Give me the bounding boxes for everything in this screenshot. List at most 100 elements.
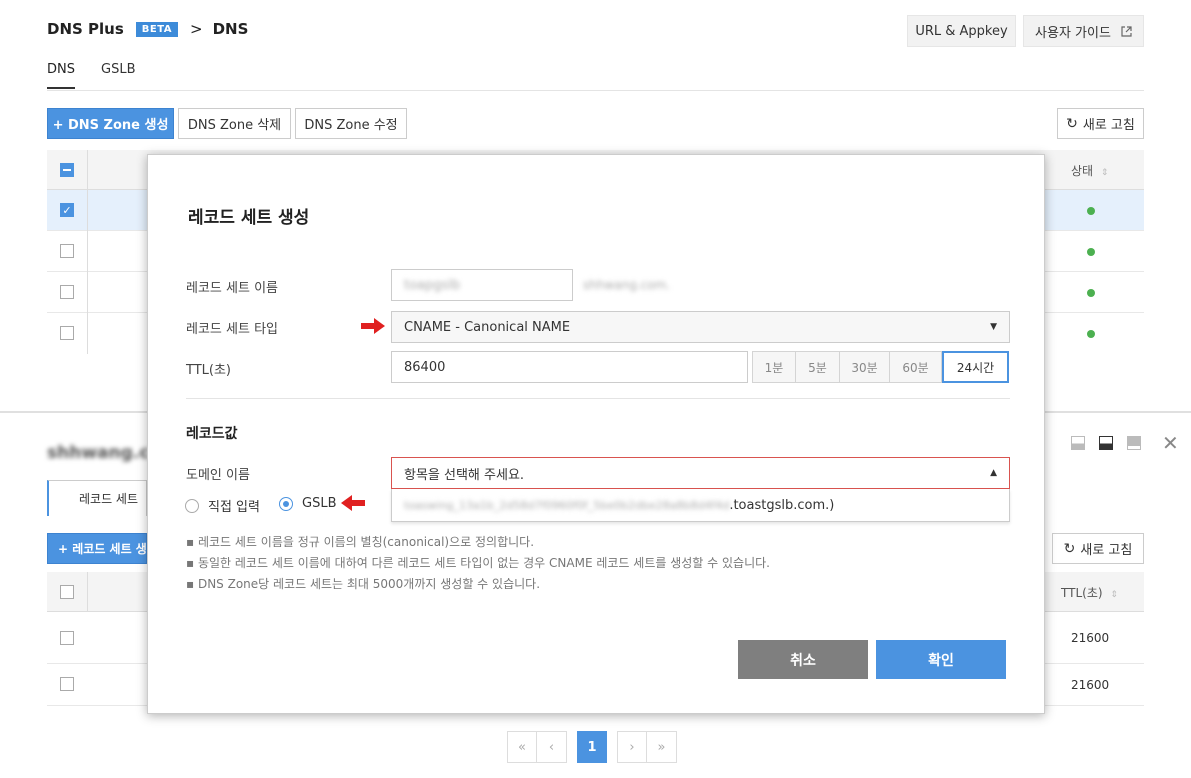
edit-zone-button[interactable]: DNS Zone 수정 bbox=[295, 108, 407, 139]
layout-bottom-icon[interactable] bbox=[1099, 436, 1113, 450]
create-zone-button[interactable]: + DNS Zone 생성 bbox=[47, 108, 174, 139]
radio-gslb[interactable]: GSLB bbox=[279, 496, 337, 511]
red-arrow-left-icon bbox=[341, 495, 365, 511]
record-name-value: toapgslb bbox=[404, 277, 461, 293]
prev-page-button[interactable]: ‹ bbox=[537, 731, 567, 763]
domain-name-select[interactable]: 항목을 선택해 주세요. ▲ bbox=[391, 457, 1010, 489]
hint-text: 동일한 레코드 세트 이름에 대하여 다른 레코드 세트 타입이 없는 경우 C… bbox=[197, 556, 770, 570]
column-divider bbox=[87, 231, 88, 272]
domain-name-placeholder: 항목을 선택해 주세요. bbox=[404, 467, 525, 483]
ttl-header-label: TTL(초) bbox=[1061, 586, 1103, 600]
breadcrumb: DNS Plus BETA > DNS bbox=[47, 20, 248, 38]
main-tabs: DNS GSLB bbox=[47, 62, 136, 89]
hint-line: ▪ 동일한 레코드 세트 이름에 대하여 다른 레코드 세트 타입이 없는 경우… bbox=[186, 556, 770, 570]
tab-dns[interactable]: DNS bbox=[47, 62, 75, 89]
row-checkbox[interactable] bbox=[60, 285, 74, 299]
record-value-heading: 레코드값 bbox=[186, 426, 238, 442]
user-guide-label: 사용자 가이드 bbox=[1035, 25, 1111, 41]
first-page-button[interactable]: « bbox=[507, 731, 537, 763]
status-dot bbox=[1087, 207, 1095, 215]
next-page-button[interactable]: › bbox=[617, 731, 647, 763]
red-arrow-right-icon bbox=[361, 318, 385, 334]
beta-badge: BETA bbox=[135, 21, 179, 37]
sort-icon: ⇕ bbox=[1100, 168, 1109, 178]
ttl-preset-group: 1분 5분 30분 60분 24시간 bbox=[752, 351, 1009, 383]
status-dot bbox=[1087, 330, 1095, 338]
status-dot bbox=[1087, 289, 1095, 297]
caret-up-icon: ▲ bbox=[990, 468, 997, 478]
radio-direct-input[interactable]: 직접 입력 bbox=[185, 496, 260, 515]
refresh-icon: ↻ bbox=[1063, 540, 1076, 557]
row-checkbox[interactable]: ✓ bbox=[60, 203, 74, 217]
hint-line: ▪ 레코드 세트 이름을 정규 이름의 별칭(canonical)으로 정의합니… bbox=[186, 535, 535, 549]
ttl-preset-30m[interactable]: 30분 bbox=[840, 351, 890, 383]
refresh-icon: ↻ bbox=[1066, 115, 1078, 132]
layout-full-icon[interactable] bbox=[1127, 436, 1141, 450]
section-title: DNS bbox=[212, 20, 249, 38]
hint-line: ▪ DNS Zone당 레코드 세트는 최대 5000개까지 생성할 수 있습니… bbox=[186, 577, 541, 591]
sort-icon: ⇕ bbox=[1110, 590, 1118, 600]
column-divider bbox=[87, 272, 88, 313]
row-checkbox[interactable] bbox=[60, 631, 74, 645]
record-name-input[interactable]: toapgslb bbox=[391, 269, 573, 301]
tab-gslb[interactable]: GSLB bbox=[101, 62, 136, 89]
confirm-button[interactable]: 확인 bbox=[876, 640, 1006, 679]
refresh-button[interactable]: ↻ 새로 고침 bbox=[1057, 108, 1144, 139]
record-type-value: CNAME - Canonical NAME bbox=[404, 319, 571, 335]
row-checkbox[interactable] bbox=[60, 244, 74, 258]
status-header-label: 상태 bbox=[1071, 164, 1094, 178]
domain-option-suffix: .toastgslb.com.) bbox=[729, 497, 835, 513]
radio-direct-label: 직접 입력 bbox=[208, 500, 260, 515]
create-record-set-dialog: 레코드 세트 생성 레코드 세트 이름 toapgslb shhwang.com… bbox=[147, 154, 1045, 714]
ttl-cell: 21600 bbox=[1071, 678, 1110, 692]
ttl-column-header[interactable]: TTL(초) ⇕ bbox=[1061, 584, 1118, 601]
url-appkey-button[interactable]: URL & Appkey bbox=[907, 15, 1016, 47]
select-all-checkbox[interactable] bbox=[60, 585, 74, 599]
external-link-icon bbox=[1121, 25, 1132, 37]
tab-record-sets[interactable]: 레코드 세트 bbox=[47, 480, 147, 516]
status-dot bbox=[1087, 248, 1095, 256]
layout-split-icon[interactable] bbox=[1071, 436, 1085, 450]
refresh-label: 새로 고침 bbox=[1080, 543, 1133, 558]
section-divider bbox=[186, 398, 1010, 399]
column-divider bbox=[87, 572, 88, 612]
create-record-set-button[interactable]: + 레코드 세트 생 bbox=[47, 533, 147, 564]
record-refresh-button[interactable]: ↻ 새로 고침 bbox=[1052, 533, 1144, 564]
delete-zone-button[interactable]: DNS Zone 삭제 bbox=[178, 108, 291, 139]
zone-name-title: shhwang.c bbox=[47, 443, 150, 463]
ttl-cell: 21600 bbox=[1071, 631, 1110, 645]
domain-option[interactable]: toaswing_13a1b_2d58d7f0960f0f_5be0b2dbe2… bbox=[391, 489, 1010, 522]
record-name-suffix: shhwang.com. bbox=[583, 278, 671, 292]
product-title: DNS Plus bbox=[47, 20, 124, 38]
ttl-preset-24h[interactable]: 24시간 bbox=[942, 351, 1009, 383]
hint-text: DNS Zone당 레코드 세트는 최대 5000개까지 생성할 수 있습니다. bbox=[197, 577, 541, 591]
ttl-preset-60m[interactable]: 60분 bbox=[890, 351, 942, 383]
user-guide-button[interactable]: 사용자 가이드 bbox=[1023, 15, 1144, 47]
row-checkbox[interactable] bbox=[60, 326, 74, 340]
refresh-label: 새로 고침 bbox=[1082, 118, 1135, 133]
status-column-header[interactable]: 상태 ⇕ bbox=[1071, 162, 1108, 179]
last-page-button[interactable]: » bbox=[647, 731, 677, 763]
record-name-label: 레코드 세트 이름 bbox=[186, 281, 278, 296]
column-divider bbox=[87, 150, 88, 190]
radio-circle-selected[interactable] bbox=[279, 496, 293, 511]
ttl-label: TTL(초) bbox=[186, 363, 231, 378]
ttl-preset-5m[interactable]: 5분 bbox=[796, 351, 840, 383]
chevron-right-icon: > bbox=[190, 20, 203, 38]
page-1-button[interactable]: 1 bbox=[577, 731, 607, 763]
select-all-checkbox[interactable] bbox=[60, 163, 74, 177]
close-icon[interactable]: ✕ bbox=[1162, 431, 1179, 455]
tab-divider bbox=[47, 90, 1144, 91]
cancel-button[interactable]: 취소 bbox=[738, 640, 868, 679]
radio-circle[interactable] bbox=[185, 498, 199, 513]
hint-text: 레코드 세트 이름을 정규 이름의 별칭(canonical)으로 정의합니다. bbox=[197, 535, 535, 549]
radio-gslb-label: GSLB bbox=[302, 496, 337, 511]
ttl-preset-1m[interactable]: 1분 bbox=[752, 351, 796, 383]
dialog-title: 레코드 세트 생성 bbox=[188, 208, 310, 228]
ttl-input[interactable]: 86400 bbox=[391, 351, 748, 383]
column-divider bbox=[87, 313, 88, 354]
row-checkbox[interactable] bbox=[60, 677, 74, 691]
record-type-select[interactable]: CNAME - Canonical NAME ▼ bbox=[391, 311, 1010, 343]
column-divider bbox=[87, 190, 88, 231]
domain-name-label: 도메인 이름 bbox=[186, 468, 250, 483]
